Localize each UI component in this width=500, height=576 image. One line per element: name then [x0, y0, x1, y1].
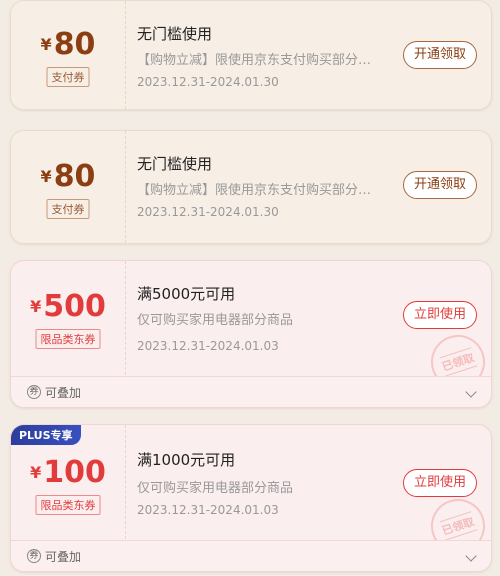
dashed-divider [125, 131, 126, 243]
coupon-details: 无门槛使用 【购物立减】限使用京东支付购买部分商品 2023.12.31-202… [137, 1, 491, 109]
coupon-validity: 2023.12.31-2024.01.03 [137, 503, 279, 517]
coupon-body: ¥80 支付券 无门槛使用 【购物立减】限使用京东支付购买部分商品 2023.1… [11, 1, 491, 109]
coupon-stack-icon: 券 [27, 385, 41, 399]
coupon-amount: ¥500 [11, 289, 125, 324]
dashed-divider [125, 261, 126, 375]
coupon-card: ¥80 支付券 无门槛使用 【购物立减】限使用京东支付购买部分商品 2023.1… [10, 130, 492, 244]
chevron-down-icon[interactable] [465, 550, 477, 562]
coupon-validity: 2023.12.31-2024.01.30 [137, 75, 279, 89]
coupon-footer[interactable]: 券 可叠加 [11, 376, 491, 407]
coupon-description: 【购物立减】限使用京东支付购买部分商品 [137, 53, 381, 68]
coupon-description: 仅可购买家用电器部分商品 [137, 481, 294, 496]
activate-claim-button[interactable]: 开通领取 [402, 41, 477, 69]
coupon-amount: ¥80 [11, 159, 125, 194]
coupon-body: ¥80 支付券 无门槛使用 【购物立减】限使用京东支付购买部分商品 2023.1… [11, 131, 491, 243]
currency-symbol: ¥ [30, 297, 42, 316]
coupon-card: ¥80 支付券 无门槛使用 【购物立减】限使用京东支付购买部分商品 2023.1… [10, 0, 492, 110]
chevron-down-icon[interactable] [465, 386, 477, 398]
coupon-stack-icon: 券 [27, 549, 41, 563]
coupon-card: PLUS专享 ¥100 限品类东券 满1000元可用 仅可购买家用电器部分商品 … [10, 424, 492, 572]
dashed-divider [125, 425, 126, 539]
use-now-button[interactable]: 立即使用 [402, 469, 477, 497]
dashed-divider [125, 1, 126, 109]
coupon-type-tag: 支付券 [46, 199, 90, 219]
amount-value: 80 [53, 159, 96, 194]
coupon-description: 仅可购买家用电器部分商品 [137, 313, 294, 328]
coupon-value-area: ¥100 限品类东券 [11, 425, 125, 539]
amount-value: 500 [43, 289, 106, 324]
coupon-title: 满5000元可用 [137, 285, 236, 303]
amount-value: 100 [43, 455, 106, 490]
coupon-footer[interactable]: 券 可叠加 [11, 540, 491, 571]
stamp-text: 已领取 [439, 347, 477, 377]
coupon-details: 满1000元可用 仅可购买家用电器部分商品 2023.12.31-2024.01… [137, 425, 491, 561]
coupon-amount: ¥100 [11, 455, 125, 490]
coupon-details: 无门槛使用 【购物立减】限使用京东支付购买部分商品 2023.12.31-202… [137, 131, 491, 243]
coupon-validity: 2023.12.31-2024.01.03 [137, 339, 279, 353]
coupon-value-area: ¥80 支付券 [11, 131, 125, 243]
activate-claim-button[interactable]: 开通领取 [402, 171, 477, 199]
coupon-amount: ¥80 [11, 27, 125, 62]
coupon-title: 无门槛使用 [137, 25, 213, 43]
currency-symbol: ¥ [40, 167, 52, 186]
coupon-type-tag: 支付券 [46, 67, 90, 87]
coupon-type-tag: 限品类东券 [35, 329, 101, 349]
coupon-card: ¥500 限品类东券 满5000元可用 仅可购买家用电器部分商品 2023.12… [10, 260, 492, 408]
coupon-description: 【购物立减】限使用京东支付购买部分商品 [137, 183, 381, 198]
stackable-label: 可叠加 [45, 386, 82, 400]
stackable-label: 可叠加 [45, 550, 82, 564]
coupon-details: 满5000元可用 仅可购买家用电器部分商品 2023.12.31-2024.01… [137, 261, 491, 397]
coupon-value-area: ¥80 支付券 [11, 1, 125, 109]
use-now-button[interactable]: 立即使用 [402, 301, 477, 329]
coupon-body: ¥500 限品类东券 满5000元可用 仅可购买家用电器部分商品 2023.12… [11, 261, 491, 397]
coupon-title: 无门槛使用 [137, 155, 213, 173]
currency-symbol: ¥ [40, 35, 52, 54]
coupon-validity: 2023.12.31-2024.01.30 [137, 205, 279, 219]
currency-symbol: ¥ [30, 463, 42, 482]
coupon-type-tag: 限品类东券 [35, 495, 101, 515]
coupon-title: 满1000元可用 [137, 451, 236, 469]
stamp-text: 已领取 [439, 511, 477, 541]
coupon-value-area: ¥500 限品类东券 [11, 261, 125, 375]
amount-value: 80 [53, 27, 96, 62]
coupon-body: ¥100 限品类东券 满1000元可用 仅可购买家用电器部分商品 2023.12… [11, 425, 491, 561]
